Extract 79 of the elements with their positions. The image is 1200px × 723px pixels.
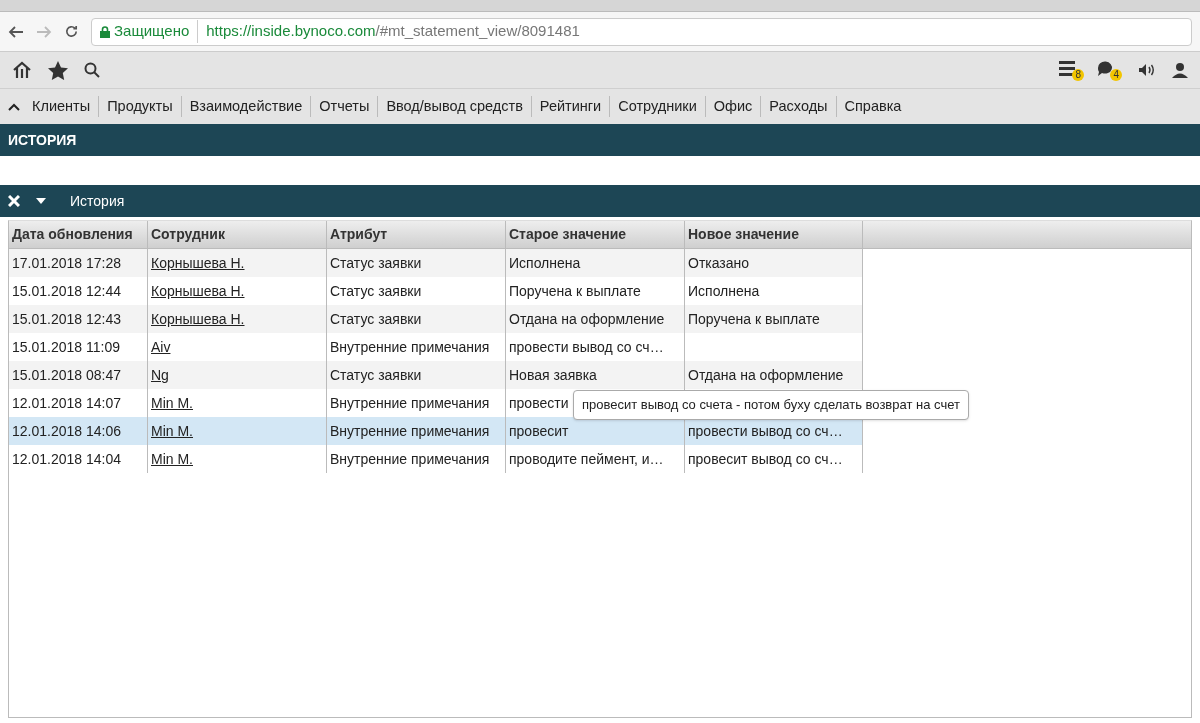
column-header[interactable]: Сотрудник (148, 221, 327, 249)
dropdown-icon[interactable] (36, 198, 46, 204)
table-cell-text: Отдана на оформление (509, 309, 665, 329)
column-header[interactable]: Атрибут (327, 221, 506, 249)
table-cell-text: Исполнена (509, 253, 581, 273)
star-icon[interactable] (48, 60, 68, 80)
tooltip: провесит вывод со счета - потом буху сделать возврат на счет (573, 390, 969, 420)
column-header[interactable]: Старое значение (506, 221, 685, 249)
table-row[interactable]: 12.01.2018 14:06 Min M. Внутренние примечания провесит провести вывод со сч… (9, 417, 863, 445)
menu-item[interactable]: Продукты (98, 95, 181, 118)
address-bar[interactable]: Защищено https://inside.bynoco.com/#mt_statement_view/8091481 (91, 17, 1192, 46)
search-icon[interactable] (84, 62, 100, 78)
employee-link[interactable]: Корнышева Н. (151, 308, 245, 330)
back-icon[interactable] (8, 24, 24, 39)
collapse-icon[interactable] (8, 102, 20, 111)
table-cell-text: Внутренние примечания (330, 393, 490, 413)
page-title: ИСТОРИЯ (8, 130, 77, 150)
column-header[interactable]: Дата обновления (9, 221, 148, 249)
table-cell-text: Статус заявки (330, 365, 422, 385)
home-icon[interactable] (12, 61, 32, 79)
table-cell-text: 12.01.2018 14:04 (12, 449, 121, 469)
table-cell-text: провести вывод со сч… (509, 337, 664, 357)
table-cell-text: Поручена к выплате (688, 309, 820, 329)
employee-link[interactable]: Корнышева Н. (151, 252, 245, 274)
table-cell-text: 12.01.2018 14:07 (12, 393, 121, 413)
table-cell-text: Статус заявки (330, 281, 422, 301)
lock-icon (100, 25, 110, 38)
menu-item[interactable]: Отчеты (310, 95, 378, 118)
close-icon[interactable] (8, 195, 20, 207)
panel-title: История (70, 191, 125, 211)
employee-link[interactable]: Ng (151, 364, 169, 386)
menu-item[interactable]: Сотрудники (609, 95, 705, 118)
table-cell-text: 15.01.2018 12:44 (12, 281, 121, 301)
table-cell-text: Исполнена (688, 281, 760, 301)
url-path: /#mt_statement_view/8091481 (375, 22, 580, 40)
menu-item[interactable]: Справка (835, 95, 910, 118)
table-cell-text: Отдана на оформление (688, 365, 844, 385)
table-row[interactable]: 15.01.2018 08:47 Ng Статус заявки Новая заявка Отдана на оформление (9, 361, 863, 389)
speaker-icon[interactable] (1138, 63, 1156, 77)
url-host: https://inside.bynoco.com (206, 22, 376, 40)
table-cell-text: Внутренние примечания (330, 337, 490, 357)
menu-item[interactable]: Расходы (760, 95, 836, 118)
employee-link[interactable]: Aiv (151, 336, 171, 358)
table-cell-text: Статус заявки (330, 253, 422, 273)
menu-item[interactable]: Взаимодействие (180, 95, 311, 118)
menu-item[interactable]: Ввод/вывод средств (377, 95, 531, 118)
table-cell-text: Статус заявки (330, 309, 422, 329)
count-badge: 8 (1072, 69, 1084, 81)
table-cell-text: Внутренние примечания (330, 449, 490, 469)
table-cell-text: Поручена к выплате (509, 281, 641, 301)
table-cell-text: 15.01.2018 11:09 (12, 337, 120, 357)
employee-link[interactable]: Min M. (151, 448, 193, 470)
table-cell-text: Внутренние примечания (330, 421, 490, 441)
employee-link[interactable]: Min M. (151, 420, 193, 442)
reload-icon[interactable] (64, 24, 79, 39)
employee-link[interactable]: Корнышева Н. (151, 280, 245, 302)
list-icon[interactable] (1058, 59, 1076, 77)
table-cell-text: Отказано (688, 253, 750, 273)
table-cell-text: провесит (509, 421, 569, 441)
table-cell-text: 12.01.2018 14:06 (12, 421, 121, 441)
table-cell-text: провести вывод со сч… (688, 421, 843, 441)
table-cell-text: Новая заявка (509, 365, 597, 385)
menu-item[interactable]: Клиенты (24, 95, 99, 118)
chat-icon[interactable] (1096, 59, 1114, 77)
column-header[interactable]: Новое значение (685, 221, 863, 249)
table-cell-text: 15.01.2018 08:47 (12, 365, 121, 385)
employee-link[interactable]: Min M. (151, 392, 193, 414)
table-cell-text: 17.01.2018 17:28 (12, 253, 121, 273)
menu-item[interactable]: Офис (704, 95, 761, 118)
table-cell-text: провесит вывод со сч… (688, 449, 843, 469)
user-icon[interactable] (1172, 62, 1188, 78)
table-cell-text: провести (509, 393, 569, 413)
table-row[interactable]: 17.01.2018 17:28 Корнышева Н. Статус заявки Исполнена Отказано (9, 249, 863, 277)
menu-item[interactable]: Рейтинги (530, 95, 610, 118)
table-row[interactable]: 15.01.2018 12:43 Корнышева Н. Статус заявки Отдана на оформление Поручена к выплате (9, 305, 863, 333)
table-cell-text: 15.01.2018 12:43 (12, 309, 121, 329)
count-badge: 4 (1110, 69, 1122, 81)
security-label: Защищено (114, 20, 199, 43)
table-cell-text: проводите пеймент, и… (509, 449, 664, 469)
